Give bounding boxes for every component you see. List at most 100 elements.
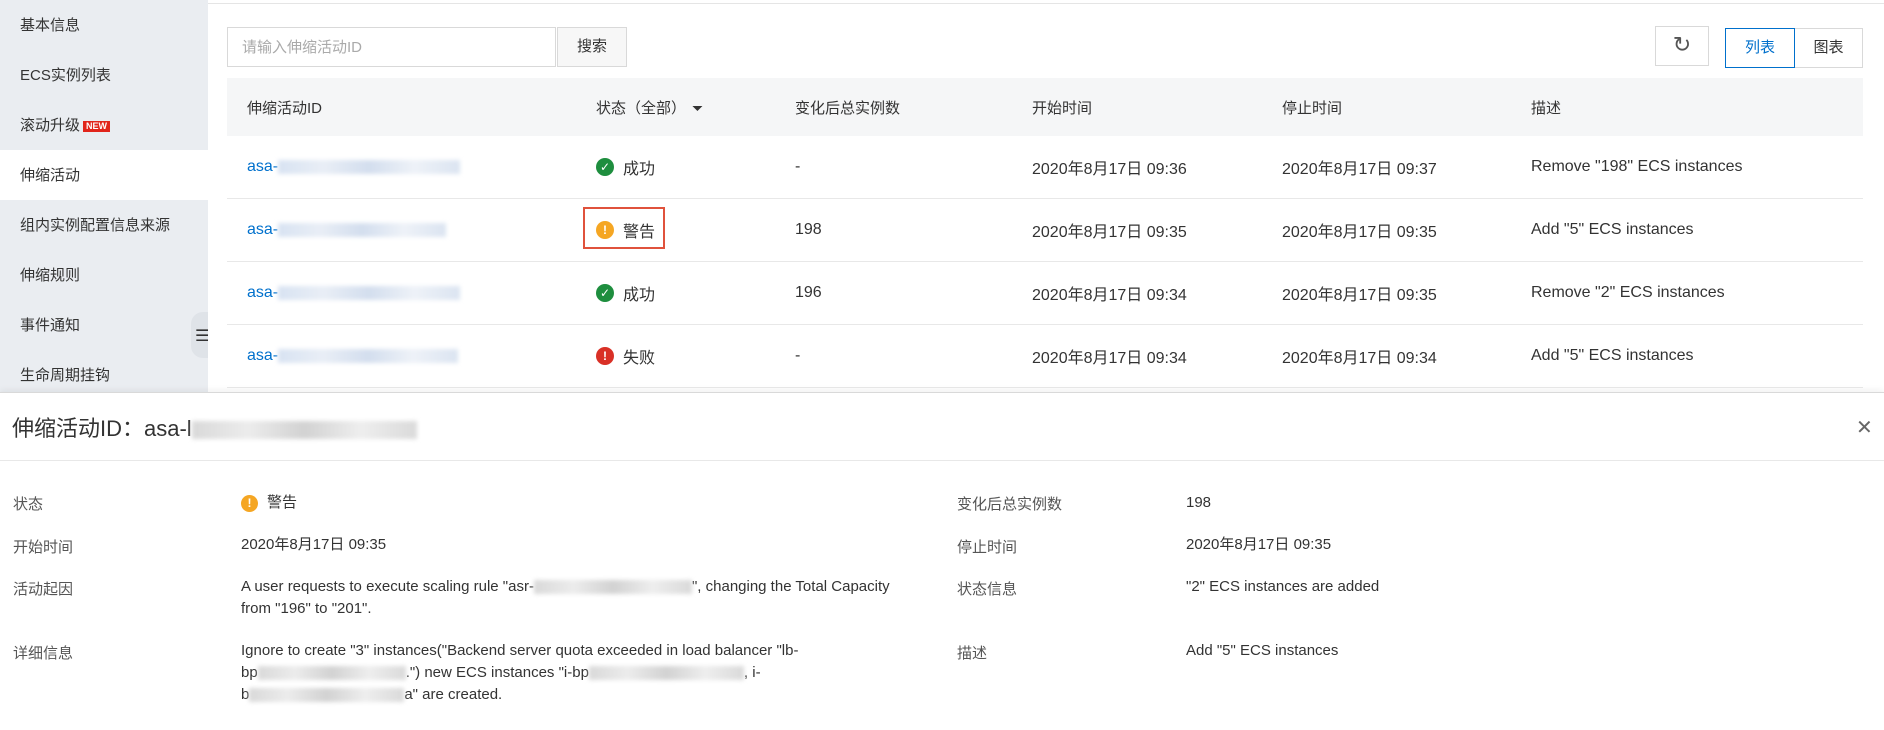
status-cell: ✓ 成功 — [576, 155, 775, 179]
total-cell: - — [795, 347, 801, 364]
new-badge: NEW — [83, 121, 111, 132]
refresh-button[interactable]: ↻ — [1655, 26, 1709, 66]
status-cell: ✓ 成功 — [576, 281, 775, 305]
details-text-6: a" are created. — [404, 686, 503, 703]
view-list-button[interactable]: 列表 — [1725, 28, 1795, 68]
stop-time-cell: 2020年8月17日 09:34 — [1282, 350, 1437, 367]
table-row: asa- ✓ 成功 196 2020年8月17日 09:34 2020年8月17日… — [227, 262, 1863, 325]
column-header-status[interactable]: 状态（全部） ⏷ — [576, 97, 775, 118]
start-time-cell: 2020年8月17日 09:36 — [1032, 161, 1187, 178]
value-description: Add "5" ECS instances — [1186, 642, 1339, 659]
status-cell: ! 失败 — [576, 344, 775, 368]
sidebar-item-scaling-activities[interactable]: 伸缩活动 — [0, 150, 208, 200]
sidebar-item-label: 滚动升级 — [20, 117, 81, 134]
redacted-id — [278, 159, 461, 174]
start-time-cell: 2020年8月17日 09:35 — [1032, 224, 1187, 241]
panel-divider — [0, 460, 1884, 461]
stop-time-cell: 2020年8月17日 09:37 — [1282, 161, 1437, 178]
redacted-id — [278, 222, 447, 237]
value-start-time: 2020年8月17日 09:35 — [241, 536, 387, 553]
activity-id-prefix: asa- — [247, 221, 279, 238]
total-cell: - — [795, 158, 801, 175]
label-status-info: 状态信息 — [957, 581, 1018, 598]
warning-icon: ! — [241, 494, 258, 512]
refresh-icon: ↻ — [1672, 32, 1692, 57]
column-header-stop: 停止时间 — [1282, 99, 1343, 117]
start-time-cell: 2020年8月17日 09:34 — [1032, 350, 1187, 367]
activity-id-link[interactable]: asa- — [227, 347, 576, 365]
details-text-4: , i- — [743, 664, 761, 681]
sidebar-collapse-button[interactable]: ☰ — [191, 312, 210, 358]
activity-id-link[interactable]: asa- — [227, 158, 576, 176]
value-details: Ignore to create "3" instances("Backend … — [241, 640, 921, 706]
redacted-instance-id — [249, 688, 405, 703]
redacted-id — [278, 285, 461, 300]
label-start-time: 开始时间 — [13, 539, 74, 556]
status-cell: ! 警告 — [576, 218, 775, 242]
success-icon: ✓ — [596, 158, 614, 176]
column-header-id: 伸缩活动ID — [247, 99, 323, 117]
status-text: 成功 — [623, 287, 656, 304]
description-cell: Add "5" ECS instances — [1531, 347, 1694, 364]
description-cell: Add "5" ECS instances — [1531, 221, 1694, 238]
description-cell: Remove "2" ECS instances — [1531, 284, 1725, 301]
status-text: 警告 — [267, 494, 298, 511]
value-total: 198 — [1186, 494, 1212, 511]
stop-time-cell: 2020年8月17日 09:35 — [1282, 224, 1437, 241]
sidebar-item-event-notification[interactable]: 事件通知 — [0, 300, 208, 350]
filter-icon[interactable]: ⏷ — [692, 100, 703, 117]
error-icon: ! — [596, 347, 614, 365]
redacted-id — [191, 421, 417, 440]
sidebar-item-basic-info[interactable]: 基本信息 — [0, 0, 208, 50]
top-divider — [208, 3, 1884, 4]
panel-title-text: 伸缩活动ID：asa-l — [12, 416, 192, 441]
activity-id-link[interactable]: asa- — [227, 284, 576, 302]
close-button[interactable]: ✕ — [1856, 415, 1873, 440]
column-header-status-label: 状态（全部） — [596, 99, 687, 117]
label-description: 描述 — [957, 645, 988, 662]
search-input[interactable] — [227, 27, 556, 67]
activity-detail-panel: 伸缩活动ID：asa-l ✕ 状态 ! 警告 开始时间 2020年8月17日 09… — [0, 392, 1884, 730]
details-text-2: bp — [241, 664, 258, 681]
cause-text-1: A user requests to execute scaling rule … — [241, 578, 534, 595]
column-header-start: 开始时间 — [1032, 99, 1093, 117]
details-text-3: .") new ECS instances "i-bp — [405, 664, 589, 681]
activity-id-prefix: asa- — [247, 158, 279, 175]
sidebar-item-config-source[interactable]: 组内实例配置信息来源 — [0, 200, 208, 250]
table-row: asa- ! 失败 - 2020年8月17日 09:34 2020年8月17日 0… — [227, 325, 1863, 388]
value-status-info: "2" ECS instances are added — [1186, 578, 1380, 595]
sidebar-item-rolling-upgrade[interactable]: 滚动升级 NEW — [0, 100, 208, 150]
total-cell: 196 — [795, 284, 822, 301]
sidebar-item-ecs-list[interactable]: ECS实例列表 — [0, 50, 208, 100]
stop-time-cell: 2020年8月17日 09:35 — [1282, 287, 1437, 304]
status-text: 成功 — [623, 161, 656, 178]
status-text: 警告 — [623, 224, 656, 241]
value-cause: A user requests to execute scaling rule … — [241, 576, 901, 620]
table-row: asa- ✓ 成功 - 2020年8月17日 09:36 2020年8月17日 0… — [227, 136, 1863, 199]
view-chart-button[interactable]: 图表 — [1795, 28, 1863, 68]
total-cell: 198 — [795, 221, 822, 238]
sidebar-item-scaling-rules[interactable]: 伸缩规则 — [0, 250, 208, 300]
sidebar: 基本信息 ECS实例列表 滚动升级 NEW 伸缩活动 组内实例配置信息来源 伸缩规… — [0, 0, 208, 392]
close-icon: ✕ — [1856, 417, 1873, 439]
label-status: 状态 — [13, 496, 44, 513]
start-time-cell: 2020年8月17日 09:34 — [1032, 287, 1187, 304]
cause-text-3: from "196" to "201". — [241, 600, 372, 617]
panel-title: 伸缩活动ID：asa-l — [12, 411, 417, 443]
details-text-5: b — [241, 686, 250, 703]
warning-icon: ! — [596, 221, 614, 239]
activities-table: 伸缩活动ID 状态（全部） ⏷ 变化后总实例数 开始时间 停止时间 描述 asa-… — [227, 78, 1863, 388]
redacted-instance-id — [588, 666, 744, 681]
list-collapse-icon: ☰ — [195, 328, 210, 345]
activity-id-link[interactable]: asa- — [227, 221, 576, 239]
table-row: asa- ! 警告 198 2020年8月17日 09:35 2020年8月17日… — [227, 199, 1863, 262]
label-cause: 活动起因 — [13, 581, 74, 598]
description-cell: Remove "198" ECS instances — [1531, 158, 1743, 175]
label-total: 变化后总实例数 — [957, 496, 1063, 513]
value-status: ! 警告 — [241, 492, 297, 514]
activity-id-prefix: asa- — [247, 347, 279, 364]
cause-text-2: ", changing the Total Capacity — [691, 578, 890, 595]
value-stop-time: 2020年8月17日 09:35 — [1186, 536, 1332, 553]
search-button[interactable]: 搜索 — [557, 27, 627, 67]
label-details: 详细信息 — [13, 645, 74, 662]
